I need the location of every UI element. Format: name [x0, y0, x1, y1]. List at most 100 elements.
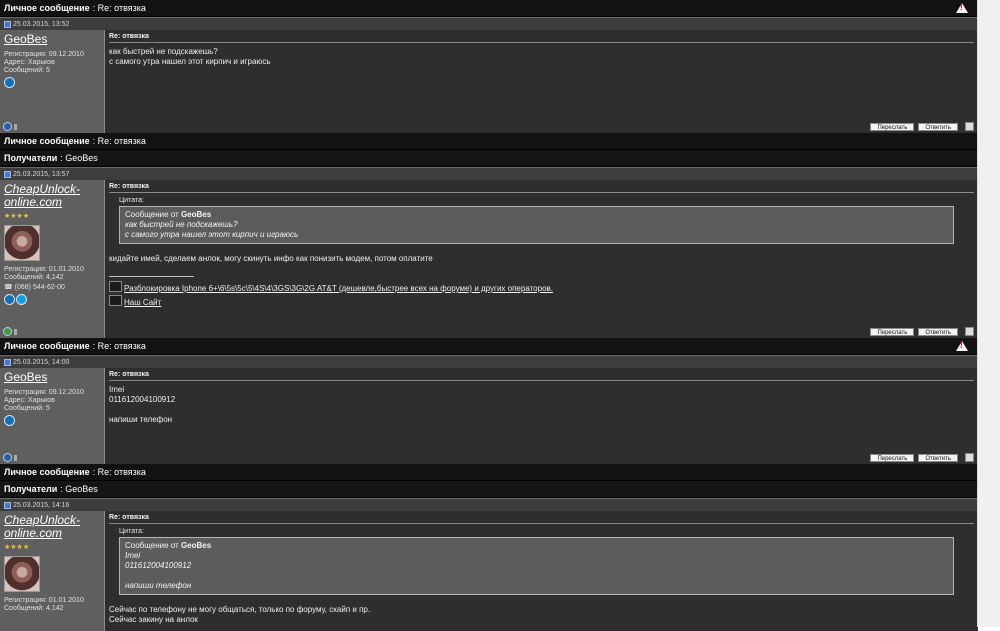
- post-date-bar: 25.03.2015, 14:00: [0, 355, 978, 368]
- post-date-bar: 25.03.2015, 13:52: [0, 17, 978, 30]
- contact-icon[interactable]: [4, 415, 15, 426]
- pm-header: Личное сообщение: Re: отвязка: [0, 133, 978, 150]
- quote-from-user: GeoBes: [180, 210, 212, 219]
- flag-icon: [109, 295, 122, 306]
- quote-from-label: Сообщение от: [125, 541, 179, 550]
- recipients-bar: Получатели: GeoBes: [0, 150, 978, 167]
- recipients-value: GeoBes: [65, 484, 98, 494]
- flag-icon: [109, 281, 122, 292]
- reply-button[interactable]: Ответить: [918, 327, 958, 336]
- message-title: Re: отвязка: [109, 183, 149, 190]
- recipients-value: GeoBes: [65, 153, 98, 163]
- pm-subject: Re: отвязка: [97, 341, 146, 351]
- post-actions: Переслать Ответить: [866, 327, 974, 336]
- message-body: Re: отвязка Imei 011612004100912 напиши …: [105, 368, 978, 464]
- post-date: 25.03.2015, 14:00: [13, 358, 70, 366]
- reply-button[interactable]: Ответить: [918, 453, 958, 462]
- contact-icon[interactable]: [4, 77, 15, 88]
- pm-subject: Re: отвязка: [97, 3, 146, 13]
- multiquote-icon[interactable]: [965, 327, 974, 336]
- skype-icon[interactable]: [16, 294, 27, 305]
- recipients-label: Получатели: [4, 484, 58, 494]
- message-body: Re: отвязка как быстрей не подскажешь? с…: [105, 30, 978, 133]
- quote-from-user: GeoBes: [180, 541, 212, 550]
- user-meta: Регистрация: 09.12.2010 Адрес: Харьков С…: [4, 389, 104, 413]
- avatar: [4, 556, 40, 592]
- contact-icon[interactable]: [4, 294, 15, 305]
- user-info: CheapUnlock-online.com ★★★★ Регистрация:…: [0, 180, 105, 338]
- user-registration: Регистрация: 09.12.2010: [4, 389, 84, 396]
- recipients-label: Получатели: [4, 153, 58, 163]
- quote-label: Цитата:: [119, 528, 144, 535]
- user-meta: Регистрация: 01.01.2010 Сообщений: 4,142: [4, 597, 104, 613]
- multiquote-icon[interactable]: [965, 453, 974, 462]
- online-status-icon: [3, 327, 12, 336]
- online-status-icon: [3, 122, 12, 131]
- message-text: кидайте имей, сделаем анлок, могу скинут…: [109, 254, 433, 263]
- message-title: Re: отвязка: [109, 33, 149, 40]
- message-body: Re: отвязка Цитата: Сообщение от GeoBes …: [105, 180, 978, 338]
- post-icon: [4, 358, 11, 366]
- user-post-count: Сообщений: 5: [4, 67, 50, 74]
- user-meta: Регистрация: 09.12.2010 Адрес: Харьков С…: [4, 51, 104, 75]
- post-icon: [4, 501, 11, 509]
- quote-box: Сообщение от GeoBes Imei 011612004100912…: [119, 537, 954, 595]
- pm-label: Личное сообщение: [4, 341, 90, 351]
- message-title: Re: отвязка: [109, 371, 149, 378]
- signature-link-unlock[interactable]: Разблокировка Iphone 6+\6\5s\5c\5\4S\4\3…: [109, 281, 974, 295]
- user-registration: Регистрация: 09.12.2010: [4, 51, 84, 58]
- user-post-count: Сообщений: 4,142: [4, 605, 64, 612]
- user-registration: Регистрация: 01.01.2010: [4, 597, 84, 604]
- post-icon: [4, 20, 11, 28]
- forward-button[interactable]: Переслать: [870, 327, 915, 336]
- pm-label: Личное сообщение: [4, 136, 90, 146]
- post-date: 25.03.2015, 14:16: [13, 501, 70, 509]
- forward-button[interactable]: Переслать: [870, 122, 915, 131]
- report-warning-icon[interactable]: [956, 3, 968, 13]
- report-warning-icon[interactable]: [956, 341, 968, 351]
- post-date: 25.03.2015, 13:52: [13, 20, 70, 28]
- post: CheapUnlock-online.com ★★★★ Регистрация:…: [0, 511, 978, 631]
- page-scrollbar[interactable]: [977, 0, 1000, 627]
- user-post-count: Сообщений: 5: [4, 405, 50, 412]
- quote-text: как быстрей не подскажешь? с самого утра…: [125, 220, 299, 239]
- user-meta: Регистрация: 01.01.2010 Сообщений: 4,142…: [4, 266, 104, 292]
- quote-label: Цитата:: [119, 197, 144, 204]
- username-link[interactable]: CheapUnlock-online.com: [4, 183, 104, 209]
- pm-header: Личное сообщение: Re: отвязка: [0, 464, 978, 481]
- quote-box: Сообщение от GeoBes как быстрей не подск…: [119, 206, 954, 244]
- user-info: GeoBes Регистрация: 09.12.2010 Адрес: Ха…: [0, 30, 105, 133]
- post-date: 25.03.2015, 13:57: [13, 170, 70, 178]
- post: GeoBes Регистрация: 09.12.2010 Адрес: Ха…: [0, 30, 978, 133]
- multiquote-icon[interactable]: [965, 122, 974, 131]
- pm-label: Личное сообщение: [4, 467, 90, 477]
- reply-button[interactable]: Ответить: [918, 122, 958, 131]
- recipients-bar: Получатели: GeoBes: [0, 481, 978, 498]
- ip-icon: [14, 454, 17, 461]
- user-address: Адрес: Харьков: [4, 397, 55, 404]
- username-link[interactable]: GeoBes: [4, 371, 104, 384]
- ip-icon: [14, 123, 17, 130]
- username-link[interactable]: GeoBes: [4, 33, 104, 46]
- forward-button[interactable]: Переслать: [870, 453, 915, 462]
- pm-header: Личное сообщение: Re: отвязка: [0, 0, 978, 17]
- reputation-stars: ★★★★: [4, 213, 30, 220]
- signature-link-site[interactable]: Наш Сайт: [109, 295, 974, 309]
- pm-subject: Re: отвязка: [97, 136, 146, 146]
- pm-header: Личное сообщение: Re: отвязка: [0, 338, 978, 355]
- quote-text: Imei 011612004100912 напиши телефон: [125, 551, 192, 590]
- quote-from-label: Сообщение от: [125, 210, 179, 219]
- message-body: Re: отвязка Цитата: Сообщение от GeoBes …: [105, 511, 978, 631]
- message-title: Re: отвязка: [109, 514, 149, 521]
- signature-divider: [109, 276, 194, 277]
- pm-subject: Re: отвязка: [97, 467, 146, 477]
- post-date-bar: 25.03.2015, 13:57: [0, 167, 978, 180]
- post-date-bar: 25.03.2015, 14:16: [0, 498, 978, 511]
- username-link[interactable]: CheapUnlock-online.com: [4, 514, 104, 540]
- user-phone: ☎ (068) 544-62-00: [4, 284, 65, 291]
- message-text: Imei 011612004100912 напиши телефон: [109, 385, 176, 424]
- reputation-stars: ★★★★: [4, 544, 30, 551]
- online-status-icon: [3, 453, 12, 462]
- message-text: Сейчас по телефону не могу общаться, тол…: [109, 605, 371, 624]
- user-address: Адрес: Харьков: [4, 59, 55, 66]
